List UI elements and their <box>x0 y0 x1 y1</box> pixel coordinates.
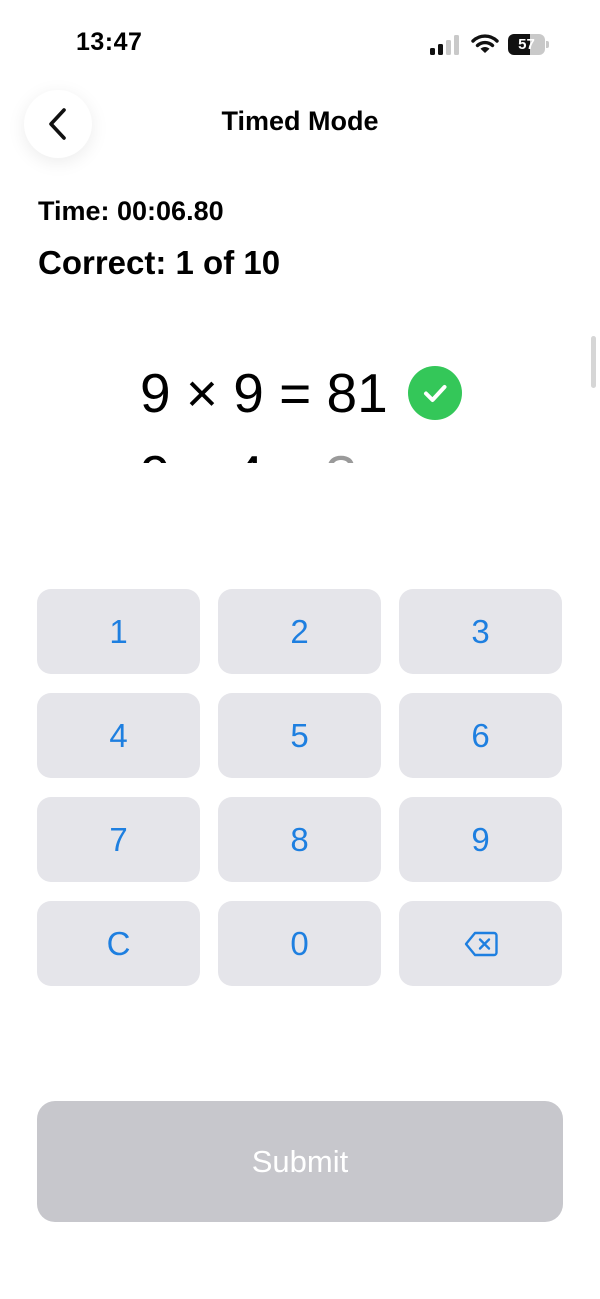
status-bar-time: 13:47 <box>76 28 143 56</box>
key-6[interactable]: 6 <box>399 693 562 778</box>
backspace-key[interactable] <box>399 901 562 986</box>
submit-button[interactable]: Submit <box>37 1101 563 1222</box>
battery-icon: 57 <box>508 34 550 55</box>
key-4[interactable]: 4 <box>37 693 200 778</box>
problem-row-current: 9 × 4 = ? <box>140 443 356 463</box>
problem-expression-next: 9 × 4 = <box>140 443 311 463</box>
page-title: Timed Mode <box>221 106 379 136</box>
problem-list[interactable]: 9 × 9 = 81 9 × 4 = ? <box>0 345 600 463</box>
wifi-icon <box>471 34 499 53</box>
key-1[interactable]: 1 <box>37 589 200 674</box>
problem-expression: 9 × 9 = 81 <box>140 362 388 424</box>
key-8[interactable]: 8 <box>218 797 381 882</box>
correct-count: Correct: 1 of 10 <box>38 244 281 281</box>
key-9[interactable]: 9 <box>399 797 562 882</box>
key-2[interactable]: 2 <box>218 589 381 674</box>
key-0[interactable]: 0 <box>218 901 381 986</box>
key-7[interactable]: 7 <box>37 797 200 882</box>
delete-backspace-icon <box>464 931 498 956</box>
key-5[interactable]: 5 <box>218 693 381 778</box>
battery-level: 57 <box>518 36 535 53</box>
answer-placeholder: ? <box>325 443 356 463</box>
timed-mode-screen: 13:47 57 Timed Mode Time: 00:06.80 Corre… <box>0 0 600 1299</box>
clear-key[interactable]: C <box>37 901 200 986</box>
problem-row-answered: 9 × 9 = 81 <box>140 361 462 425</box>
number-keypad: 1 2 3 4 5 6 7 8 9 C 0 <box>37 589 563 986</box>
elapsed-time: Time: 00:06.80 <box>38 196 224 226</box>
cellular-signal-icon <box>430 35 459 55</box>
checkmark-circle-icon <box>407 366 462 420</box>
key-3[interactable]: 3 <box>399 589 562 674</box>
